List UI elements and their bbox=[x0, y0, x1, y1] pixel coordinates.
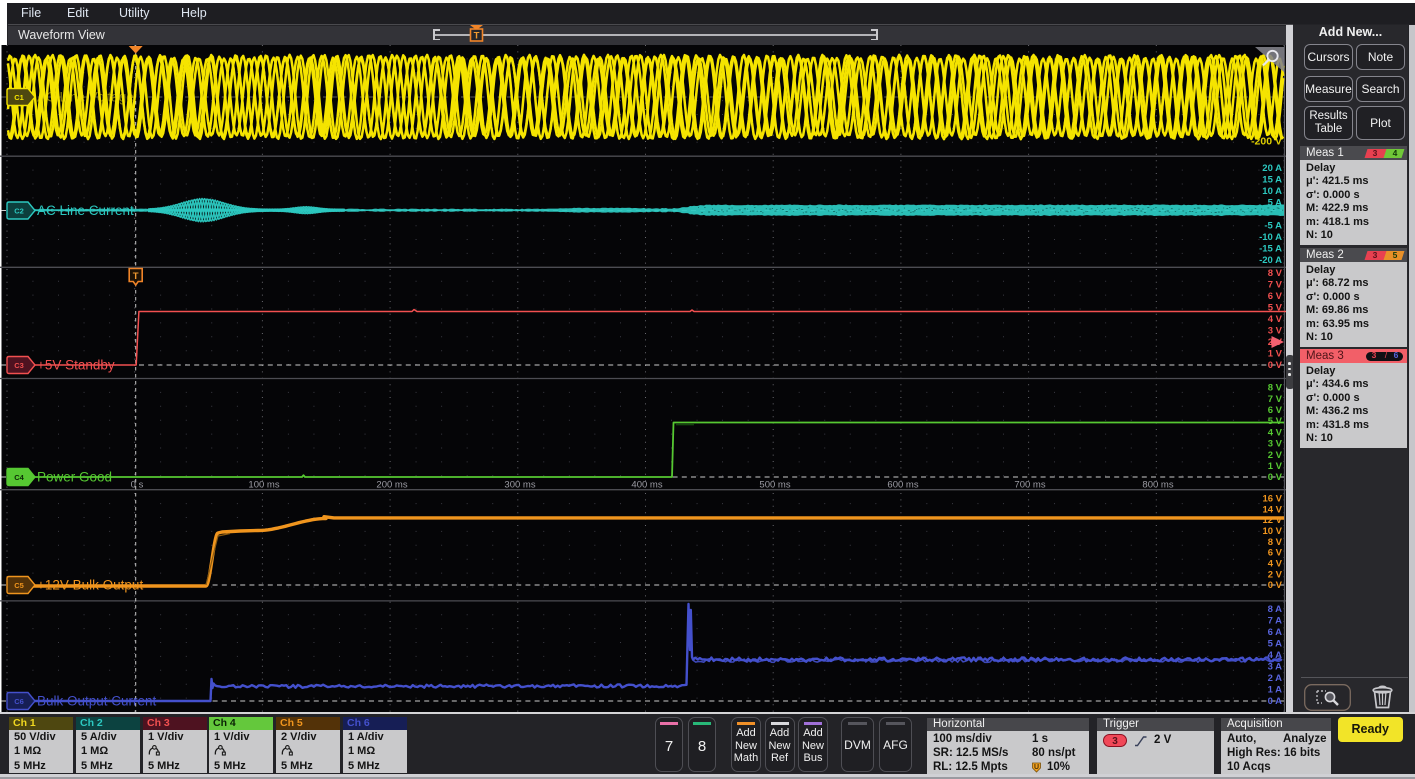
svg-text:1 V: 1 V bbox=[1268, 461, 1283, 472]
svg-text:14 V: 14 V bbox=[1262, 504, 1282, 515]
svg-text:16 V: 16 V bbox=[1262, 494, 1282, 505]
svg-text:C5: C5 bbox=[14, 581, 24, 590]
svg-text:10 A: 10 A bbox=[1262, 186, 1282, 197]
svg-text:15 A: 15 A bbox=[1262, 175, 1282, 186]
svg-text:-10 A: -10 A bbox=[1259, 232, 1282, 243]
svg-text:2 V: 2 V bbox=[1268, 450, 1283, 461]
svg-text:0 s: 0 s bbox=[131, 480, 144, 491]
svg-text:0 V: 0 V bbox=[1268, 472, 1283, 483]
svg-text:600 ms: 600 ms bbox=[887, 480, 918, 491]
svg-text:U: U bbox=[1034, 764, 1039, 771]
svg-text:20 A: 20 A bbox=[1262, 163, 1282, 174]
svg-text:7 V: 7 V bbox=[1268, 280, 1283, 291]
svg-text:0 A: 0 A bbox=[1268, 696, 1283, 707]
svg-text:T: T bbox=[474, 31, 480, 42]
svg-text:500 ms: 500 ms bbox=[759, 480, 790, 491]
svg-text:8 V: 8 V bbox=[1268, 383, 1283, 394]
svg-text:800 ms: 800 ms bbox=[1142, 480, 1173, 491]
svg-text:7 A: 7 A bbox=[1268, 616, 1283, 627]
svg-text:200 ms: 200 ms bbox=[376, 480, 407, 491]
svg-text:8 V: 8 V bbox=[1268, 537, 1283, 548]
svg-text:400 ms: 400 ms bbox=[631, 480, 662, 491]
svg-text:3 V: 3 V bbox=[1268, 326, 1283, 337]
svg-text:4 V: 4 V bbox=[1268, 427, 1283, 438]
svg-text:C3: C3 bbox=[14, 361, 24, 370]
svg-text:1 A: 1 A bbox=[1268, 685, 1283, 696]
svg-text:-20 A: -20 A bbox=[1259, 255, 1282, 266]
svg-text:C2: C2 bbox=[14, 207, 24, 216]
svg-text:7 V: 7 V bbox=[1268, 394, 1283, 405]
svg-text:3 A: 3 A bbox=[1268, 662, 1283, 673]
svg-text:6 A: 6 A bbox=[1268, 627, 1283, 638]
svg-text:C1: C1 bbox=[14, 93, 24, 102]
svg-text:4 V: 4 V bbox=[1268, 314, 1283, 325]
svg-text:700 ms: 700 ms bbox=[1014, 480, 1045, 491]
svg-text:2 V: 2 V bbox=[1268, 569, 1283, 580]
svg-text:6 V: 6 V bbox=[1268, 405, 1283, 416]
svg-text:C6: C6 bbox=[14, 697, 24, 706]
svg-text:6 V: 6 V bbox=[1268, 548, 1283, 559]
svg-text:T: T bbox=[133, 271, 139, 282]
svg-text:1 V: 1 V bbox=[1268, 349, 1283, 360]
svg-text:0 V: 0 V bbox=[1268, 360, 1283, 371]
svg-text:3 V: 3 V bbox=[1268, 439, 1283, 450]
svg-text:300 ms: 300 ms bbox=[504, 480, 535, 491]
svg-text:6 V: 6 V bbox=[1268, 291, 1283, 302]
svg-text:0 V: 0 V bbox=[1268, 580, 1283, 591]
svg-text:2 A: 2 A bbox=[1268, 673, 1283, 684]
svg-text:100 ms: 100 ms bbox=[248, 480, 279, 491]
svg-text:8 A: 8 A bbox=[1268, 604, 1283, 615]
svg-text:10 V: 10 V bbox=[1262, 526, 1282, 537]
svg-text:4 V: 4 V bbox=[1268, 559, 1283, 570]
svg-text:-5 A: -5 A bbox=[1264, 221, 1282, 232]
svg-text:-15 A: -15 A bbox=[1259, 244, 1282, 255]
svg-text:5 A: 5 A bbox=[1268, 639, 1283, 650]
svg-text:8 V: 8 V bbox=[1268, 268, 1283, 279]
svg-text:C4: C4 bbox=[14, 473, 24, 482]
